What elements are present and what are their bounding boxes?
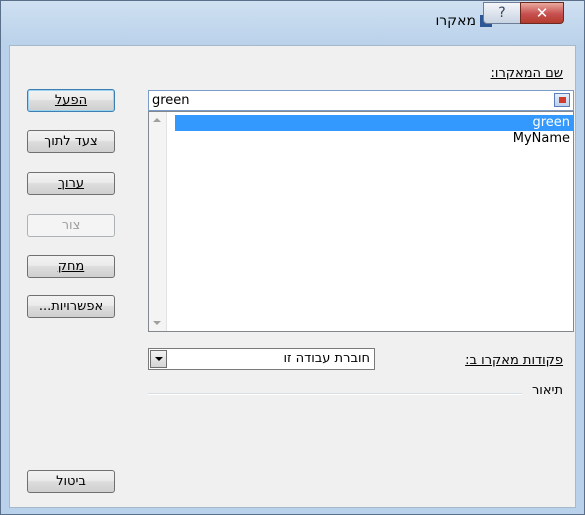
macros-in-value: חוברת עבודה זו [283, 351, 370, 366]
options-button[interactable]: אפשרויות... [27, 295, 115, 318]
options-button-label: אפשרויות... [38, 299, 104, 314]
macro-dialog: מאקרו ? ✕ שם המאקרו: green green MyName … [0, 0, 585, 515]
scroll-down-icon[interactable] [153, 321, 161, 325]
list-scrollbar[interactable] [149, 112, 167, 331]
macros-in-label-text: פקודות מאקרו ב: [465, 353, 563, 368]
edit-button-label: ערוך [58, 176, 84, 191]
chevron-down-icon[interactable] [150, 350, 167, 368]
delete-button[interactable]: מחק [27, 255, 115, 278]
list-item-myname[interactable]: MyName [175, 131, 573, 147]
list-item-green[interactable]: green [175, 115, 573, 131]
close-button[interactable]: ✕ [520, 2, 564, 24]
macros-in-label: פקודות מאקרו ב: [465, 353, 563, 368]
step-into-button[interactable]: צעד לתוך [27, 130, 115, 153]
description-divider [148, 393, 522, 395]
cancel-button[interactable]: ביטול [27, 470, 115, 493]
macro-name-label: שם המאקרו: [491, 66, 563, 81]
dialog-body: שם המאקרו: green green MyName הפעל צעד ל… [9, 45, 576, 508]
dialog-title: מאקרו [435, 13, 476, 29]
macro-name-value: green [152, 93, 190, 108]
delete-button-label: מחק [57, 259, 85, 274]
title-bar: מאקרו ? ✕ [1, 1, 584, 46]
description-label: תיאור [531, 383, 563, 398]
macro-list[interactable]: green MyName [148, 111, 574, 332]
step-into-button-label: צעד לתוך [44, 134, 98, 149]
macros-in-select[interactable]: חוברת עבודה זו [148, 348, 375, 370]
help-button[interactable]: ? [483, 2, 521, 24]
collapse-dialog-icon[interactable] [554, 93, 570, 107]
macro-name-input[interactable]: green [148, 90, 574, 111]
scroll-up-icon[interactable] [153, 118, 161, 122]
run-button-label: הפעל [54, 93, 88, 108]
edit-button[interactable]: ערוך [27, 172, 115, 195]
cancel-button-label: ביטול [56, 474, 86, 489]
run-button[interactable]: הפעל [27, 89, 115, 112]
create-button: צור [27, 214, 115, 237]
create-button-label: צור [61, 218, 81, 233]
macro-name-label-text: שם המאקרו: [490, 66, 563, 81]
